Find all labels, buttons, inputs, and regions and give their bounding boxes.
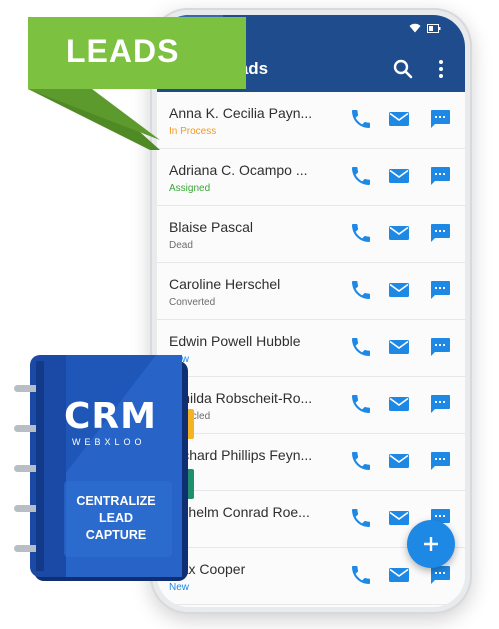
lead-row[interactable]: Blaise Pascal Dead	[157, 206, 465, 263]
mail-icon[interactable]	[387, 278, 411, 302]
message-icon[interactable]	[428, 164, 452, 188]
book-graphic	[14, 355, 194, 581]
mail-icon[interactable]	[387, 449, 411, 473]
mail-icon[interactable]	[387, 221, 411, 245]
phone-icon[interactable]	[349, 221, 373, 245]
search-icon[interactable]	[391, 57, 415, 81]
phone-icon[interactable]	[349, 164, 373, 188]
lead-name: Edwin Powell Hubble	[169, 333, 301, 349]
book-caption-line2: LEAD	[98, 511, 134, 525]
lead-row[interactable]: Caroline Herschel Converted	[157, 263, 465, 320]
message-icon[interactable]	[428, 392, 452, 416]
crm-book: CRM WEBXLOO CENTRALIZE LEAD CAPTURE	[6, 353, 196, 585]
message-icon[interactable]	[428, 278, 452, 302]
lead-name: Adriana C. Ocampo ...	[169, 162, 308, 178]
ribbon-label: LEADS	[66, 33, 180, 69]
more-vert-icon[interactable]	[435, 57, 447, 81]
phone-icon[interactable]	[349, 278, 373, 302]
battery-icon	[427, 23, 441, 33]
lead-row[interactable]: Anna K. Cecilia Payn... In Process	[157, 92, 465, 149]
lead-row[interactable]: Adriana C. Ocampo ... Assigned	[157, 149, 465, 206]
leads-ribbon: LEADS	[28, 17, 246, 89]
lead-status: Converted	[169, 297, 216, 308]
message-icon[interactable]	[428, 221, 452, 245]
lead-status: Assigned	[169, 183, 211, 194]
status-icons	[409, 23, 441, 33]
phone-icon[interactable]	[349, 335, 373, 359]
lead-row[interactable]: Edwin Powell HubbleNew	[157, 320, 465, 377]
book-subtitle: WEBXLOO	[72, 437, 146, 447]
phone-icon[interactable]	[349, 392, 373, 416]
message-icon[interactable]	[428, 107, 452, 131]
lead-name: Blaise Pascal	[169, 219, 254, 235]
phone-icon[interactable]	[349, 107, 373, 131]
phone-icon[interactable]	[349, 563, 373, 587]
mail-icon[interactable]	[387, 164, 411, 188]
add-icon	[424, 537, 438, 551]
lead-name: Caroline Herschel	[169, 276, 281, 292]
wifi-icon	[409, 23, 421, 33]
mail-icon[interactable]	[387, 107, 411, 131]
book-caption-line1: CENTRALIZE	[76, 494, 156, 508]
mail-icon[interactable]	[387, 335, 411, 359]
book-logo-text: CRM	[64, 396, 157, 437]
lead-status: Dead	[169, 240, 193, 251]
book-caption-line3: CAPTURE	[85, 528, 147, 542]
lead-row[interactable]: Emilda Robscheit-Ro...Recycled	[157, 377, 465, 434]
phone-icon[interactable]	[349, 449, 373, 473]
mail-icon[interactable]	[387, 563, 411, 587]
lead-row[interactable]: Richard Phillips Feyn...	[157, 434, 465, 491]
message-icon[interactable]	[428, 449, 452, 473]
add-lead-button[interactable]	[407, 520, 455, 568]
phone-icon[interactable]	[349, 506, 373, 530]
mail-icon[interactable]	[387, 392, 411, 416]
book-caption: CENTRALIZE LEAD CAPTURE	[64, 493, 168, 544]
mail-icon[interactable]	[387, 506, 411, 530]
phone-screen: Leads Anna K. Cecilia Payn...In ProcessA…	[157, 15, 465, 607]
message-icon[interactable]	[428, 335, 452, 359]
